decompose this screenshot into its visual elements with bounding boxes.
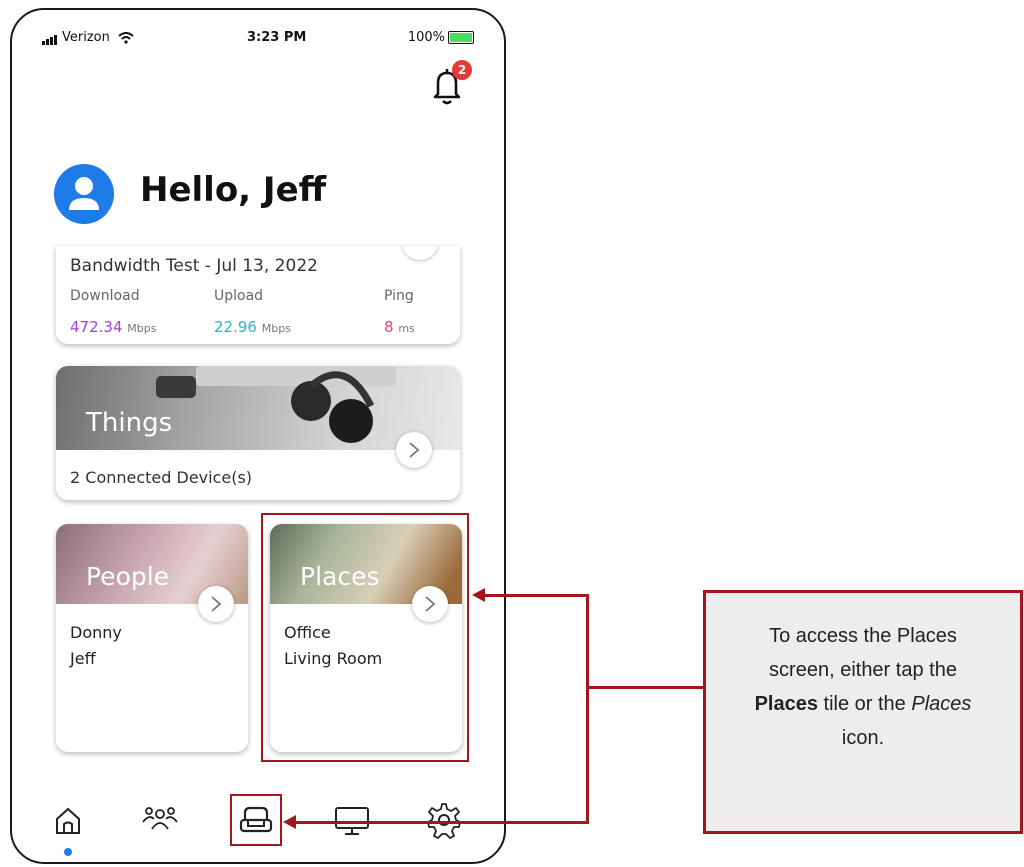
carrier-info: Verizon (42, 30, 134, 45)
battery-icon (448, 31, 474, 44)
avatar[interactable] (54, 164, 114, 224)
chevron-right-icon (211, 596, 222, 612)
download-label: Download (70, 288, 140, 304)
bandwidth-card[interactable]: Bandwidth Test - Jul 13, 2022 Download U… (56, 246, 460, 344)
things-card[interactable]: Things 2 Connected Device(s) (56, 366, 460, 500)
people-tile[interactable]: People Donny Jeff (56, 524, 248, 752)
places-tile-highlight (261, 513, 469, 762)
people-icon (142, 807, 178, 830)
upload-value: 22.96 Mbps (214, 318, 291, 336)
carrier-name: Verizon (62, 30, 110, 45)
arrow-line-vertical (586, 594, 589, 824)
callout-line-1: To access the Places (769, 625, 957, 647)
callout-line-3: Places tile or the Places (754, 693, 972, 715)
download-value: 472.34 Mbps (70, 318, 157, 336)
notification-badge: 2 (452, 60, 472, 80)
nav-home[interactable] (48, 800, 88, 840)
ping-value: 8 ms (384, 318, 415, 336)
arrow-line-bottom (296, 821, 589, 824)
user-icon (69, 177, 99, 210)
status-bar: Verizon 3:23 PM 100% (42, 30, 474, 48)
upload-label: Upload (214, 288, 264, 304)
battery-info: 100% (408, 30, 474, 45)
nav-devices[interactable] (332, 800, 372, 840)
arrow-line-top (484, 594, 588, 597)
signal-icon (42, 30, 58, 45)
home-icon (56, 807, 80, 834)
arrow-head-top (472, 588, 485, 602)
clock: 3:23 PM (247, 30, 307, 45)
callout-box: To access the Places screen, either tap … (703, 590, 1023, 834)
list-item: Donny (70, 623, 122, 642)
people-chevron-button[interactable] (198, 586, 234, 622)
chevron-right-icon (409, 442, 420, 458)
arrow-line-callout (586, 686, 704, 689)
battery-percent: 100% (407, 30, 445, 45)
bandwidth-title: Bandwidth Test - Jul 13, 2022 (70, 256, 318, 276)
settings-icon (427, 803, 461, 839)
people-list: Donny Jeff (70, 620, 122, 672)
wifi-icon (118, 31, 134, 44)
devices-icon (335, 807, 369, 835)
nav-settings[interactable] (424, 800, 464, 840)
callout-line-2: screen, either tap the (769, 659, 957, 681)
things-title: Things (86, 408, 173, 438)
places-icon-highlight (230, 794, 282, 846)
people-title: People (86, 562, 170, 591)
bandwidth-chevron-button[interactable] (402, 246, 438, 260)
nav-active-indicator (64, 848, 72, 856)
greeting-title: Hello, Jeff (140, 170, 327, 210)
callout-line-4: icon. (841, 727, 885, 749)
things-subtitle: 2 Connected Device(s) (70, 468, 253, 487)
list-item: Jeff (70, 649, 96, 668)
nav-people[interactable] (140, 800, 180, 840)
ping-label: Ping (384, 288, 414, 304)
things-chevron-button[interactable] (396, 432, 432, 468)
notifications-button[interactable]: 2 (430, 60, 472, 106)
arrow-head-bottom (283, 815, 296, 829)
